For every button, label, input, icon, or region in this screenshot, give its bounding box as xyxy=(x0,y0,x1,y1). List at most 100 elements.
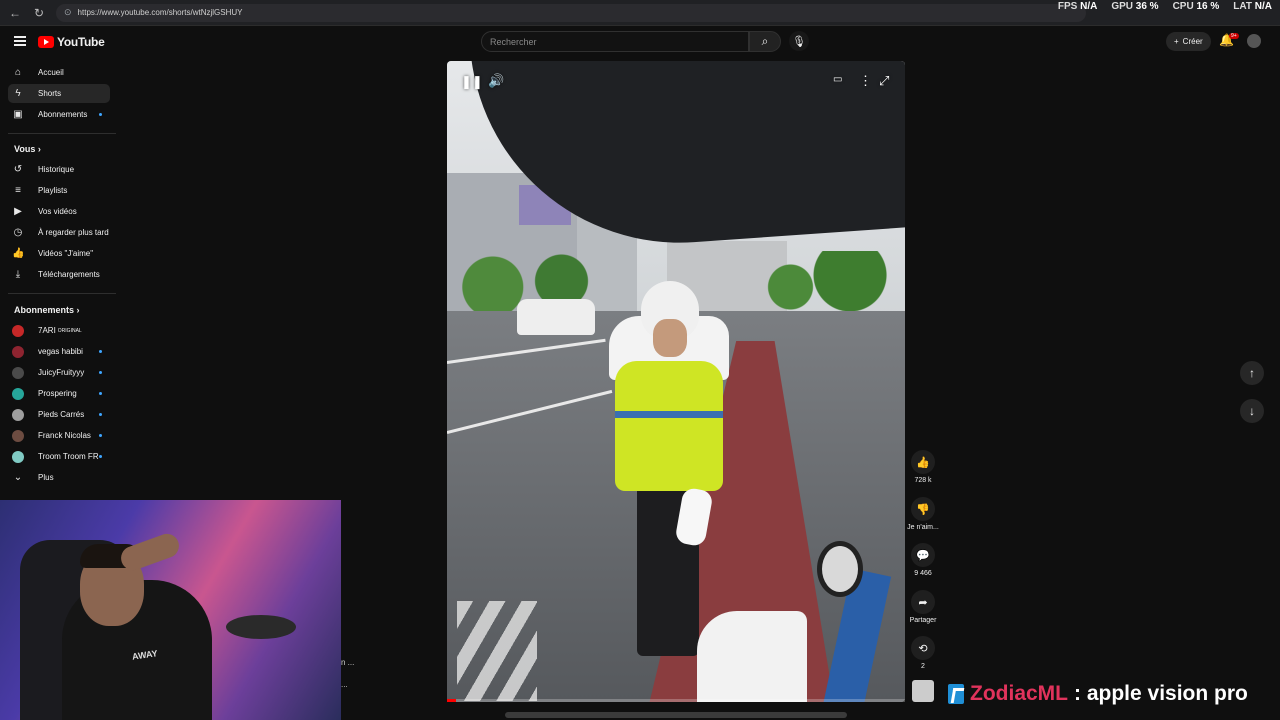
chevron-down-icon: ⌄ xyxy=(13,472,23,483)
sidebar-item-playlists[interactable]: ≡ Playlists xyxy=(8,181,110,200)
home-icon: ⌂ xyxy=(14,67,22,78)
video-scene-car xyxy=(517,299,595,335)
sidebar-item-shorts[interactable]: ϟ Shorts xyxy=(8,84,110,103)
sidebar-item-home[interactable]: ⌂ Accueil xyxy=(8,63,110,82)
share-button[interactable]: ➦ Partager xyxy=(905,590,941,624)
sidebar-sub-item[interactable]: Pieds Carrés xyxy=(8,405,110,424)
address-bar[interactable]: ⊙ https://www.youtube.com/shorts/wtNzjlG… xyxy=(56,3,1086,22)
youtube-header: YouTube Rechercher ⌕ 🎙 + Créer 🔔 9+ xyxy=(0,27,1280,57)
download-icon: ⤓ xyxy=(15,269,21,280)
new-content-dot xyxy=(99,392,102,395)
sidebar-sub-item[interactable]: JuicyFruityyy xyxy=(8,363,110,382)
perf-cpu: CPU 16 % xyxy=(1172,1,1220,12)
logo-text: YouTube xyxy=(57,35,105,49)
divider xyxy=(8,133,116,134)
search-button[interactable]: ⌕ xyxy=(749,31,781,52)
account-avatar[interactable] xyxy=(1247,34,1261,48)
new-content-dot xyxy=(99,371,102,374)
streamer-name: ZodiacML xyxy=(970,682,1068,705)
share-icon: ➦ xyxy=(911,590,935,614)
sidebar-sub-item[interactable]: 7ARI ORIGINAL xyxy=(8,321,110,340)
video-scene-officer xyxy=(615,411,723,418)
like-icon: 👍 xyxy=(12,248,25,259)
video-scene-motorcycle xyxy=(697,541,905,702)
video-scene-crosswalk xyxy=(457,601,537,701)
voice-search-button[interactable]: 🎙 xyxy=(789,31,809,51)
back-icon[interactable]: ← xyxy=(6,4,24,22)
youtube-logo[interactable]: YouTube xyxy=(38,35,105,49)
comment-icon: 💬 xyxy=(911,543,935,567)
video-scene-officer xyxy=(615,361,723,491)
video-progress-fill xyxy=(447,699,457,702)
sidebar-item-subscriptions[interactable]: ▣ Abonnements xyxy=(8,105,110,124)
channel-avatar xyxy=(12,366,24,379)
sidebar-item-liked-videos[interactable]: 👍 Vidéos "J'aime" xyxy=(8,244,110,263)
subscriptions-icon: ▣ xyxy=(13,109,23,120)
sidebar-sub-item[interactable]: Prospering xyxy=(8,384,110,403)
volume-icon[interactable]: 🔊 xyxy=(488,73,504,89)
arrow-down-icon: ↓ xyxy=(1249,404,1255,418)
like-button[interactable]: 👍 728 k xyxy=(905,450,941,484)
horizontal-scrollbar[interactable] xyxy=(505,712,847,718)
channel-avatar xyxy=(12,345,24,358)
divider xyxy=(8,293,116,294)
perf-lat: LAT N/A xyxy=(1233,1,1272,12)
url-text: https://www.youtube.com/shorts/wtNzjlGSH… xyxy=(77,8,243,17)
shorts-icon: ϟ xyxy=(15,88,21,99)
sidebar-sub-item[interactable]: Franck Nicolas xyxy=(8,426,110,445)
pause-icon[interactable]: ❚❚ xyxy=(461,74,483,90)
webcam-overlay: AWAY xyxy=(0,500,341,720)
clock-icon: ◷ xyxy=(13,227,23,238)
sidebar-item-history[interactable]: ↺ Historique xyxy=(8,160,110,179)
youtube-play-icon xyxy=(38,36,54,48)
remix-icon: ⟲ xyxy=(911,636,935,660)
browser-toolbar: ← ↻ ⊙ https://www.youtube.com/shorts/wtN… xyxy=(0,0,1280,26)
sidebar-sub-item[interactable]: Troom Troom FR xyxy=(8,447,110,466)
more-options-icon[interactable]: ⋮ xyxy=(859,73,872,89)
performance-overlay: FPS N/A GPU 36 % CPU 16 % LAT N/A xyxy=(1058,1,1272,12)
captions-icon[interactable]: ▭ xyxy=(833,74,842,85)
sidebar-item-watch-later[interactable]: ◷ À regarder plus tard xyxy=(8,223,110,242)
comments-button[interactable]: 💬 9 466 xyxy=(905,543,941,577)
new-content-dot xyxy=(99,413,102,416)
you-section-title[interactable]: Vous › xyxy=(14,144,41,154)
plus-icon: + xyxy=(1174,37,1179,46)
menu-icon[interactable] xyxy=(14,36,26,46)
new-content-dot xyxy=(99,434,102,437)
channel-avatar xyxy=(12,408,24,421)
create-button[interactable]: + Créer xyxy=(1166,32,1211,51)
video-icon: ▶ xyxy=(14,206,22,217)
perf-fps: FPS N/A xyxy=(1057,1,1098,12)
notification-badge: 9+ xyxy=(1229,33,1239,39)
channel-avatar xyxy=(12,387,24,400)
sidebar: ⌂ Accueil ϟ Shorts ▣ Abonnements Vous › ↺ Hi… xyxy=(0,60,118,500)
new-content-dot xyxy=(99,455,102,458)
sound-thumbnail[interactable] xyxy=(912,680,934,702)
new-content-dot xyxy=(99,113,102,116)
sidebar-sub-item[interactable]: vegas habibi xyxy=(8,342,110,361)
fullscreen-icon[interactable]: ⤢ xyxy=(879,73,889,89)
channel-avatar xyxy=(12,450,24,463)
new-content-dot xyxy=(99,350,102,353)
remix-button[interactable]: ⟲ 2 xyxy=(905,636,941,670)
next-short-button[interactable]: ↓ xyxy=(1240,399,1264,423)
site-info-icon[interactable]: ⊙ xyxy=(64,7,72,18)
playlist-icon: ≡ xyxy=(15,185,21,196)
shorts-video-player[interactable]: ❚❚ 🔊 ▭ ⋮ ⤢ xyxy=(447,61,905,702)
partial-text: n ... xyxy=(341,658,355,667)
reload-icon[interactable]: ↻ xyxy=(30,4,48,22)
sidebar-item-more[interactable]: ⌄ Plus xyxy=(8,468,110,487)
previous-short-button[interactable]: ↑ xyxy=(1240,361,1264,385)
partial-text: ... xyxy=(341,680,348,689)
thumbs-down-icon: 👎 xyxy=(911,497,935,521)
search-icon: ⌕ xyxy=(761,34,769,48)
sidebar-item-downloads[interactable]: ⤓ Téléchargements xyxy=(8,265,110,284)
channel-avatar xyxy=(12,429,24,442)
subscriptions-section-title[interactable]: Abonnements › xyxy=(14,305,80,315)
sidebar-item-your-videos[interactable]: ▶ Vos vidéos xyxy=(8,202,110,221)
stream-banner: ZodiacML : apple vision pro xyxy=(948,682,1248,706)
video-progress-bar[interactable] xyxy=(447,699,905,702)
dislike-button[interactable]: 👎 Je n'aim... xyxy=(905,497,941,531)
zodiac-logo-icon xyxy=(948,684,964,704)
search-input[interactable]: Rechercher xyxy=(481,31,749,52)
